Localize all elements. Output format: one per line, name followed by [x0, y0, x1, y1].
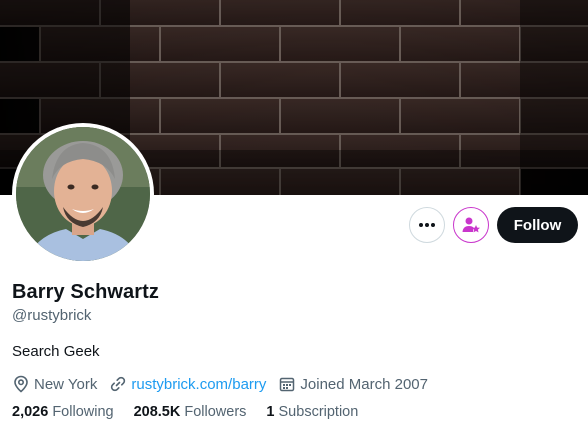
following-label: Following — [52, 404, 114, 420]
avatar-photo — [16, 127, 150, 261]
avatar[interactable] — [12, 123, 154, 265]
profile-meta: New York rustybrick.com/barry Joined Mar… — [12, 374, 440, 394]
profile-stats: 2,026 Following 208.5K Followers 1 Subsc… — [12, 404, 378, 420]
location-text: New York — [34, 375, 98, 393]
location-pin-icon — [14, 375, 28, 393]
subscribe-button[interactable] — [453, 207, 489, 243]
profile-handle: @rustybrick — [12, 307, 92, 324]
more-horizontal-icon — [419, 223, 435, 227]
location-item: New York — [12, 375, 97, 393]
website-item[interactable]: rustybrick.com/barry — [109, 375, 266, 393]
link-icon — [111, 376, 126, 392]
subscriptions-count: 1 — [266, 404, 279, 420]
profile-page: Follow Barry Schwartz @rustybrick Search… — [0, 0, 588, 428]
website-link[interactable]: rustybrick.com/barry — [131, 376, 266, 393]
following-count: 2,026 — [12, 404, 53, 420]
follow-button[interactable]: Follow — [497, 207, 578, 243]
followers-label: Followers — [184, 404, 247, 420]
profile-bio: Search Geek — [12, 343, 100, 360]
followers-stat[interactable]: 208.5K Followers — [134, 404, 247, 420]
following-stat[interactable]: 2,026 Following — [12, 404, 114, 420]
more-button[interactable] — [409, 207, 445, 243]
calendar-icon — [280, 377, 295, 392]
subscriptions-label: Subscription — [278, 404, 359, 420]
followers-count: 208.5K — [133, 404, 185, 420]
subscriptions-stat[interactable]: 1 Subscription — [266, 404, 358, 420]
subscribe-person-star-icon — [462, 217, 480, 233]
joined-text: Joined March 2007 — [300, 375, 428, 393]
profile-name: Barry Schwartz — [12, 281, 160, 303]
joined-item: Joined March 2007 — [278, 375, 428, 393]
